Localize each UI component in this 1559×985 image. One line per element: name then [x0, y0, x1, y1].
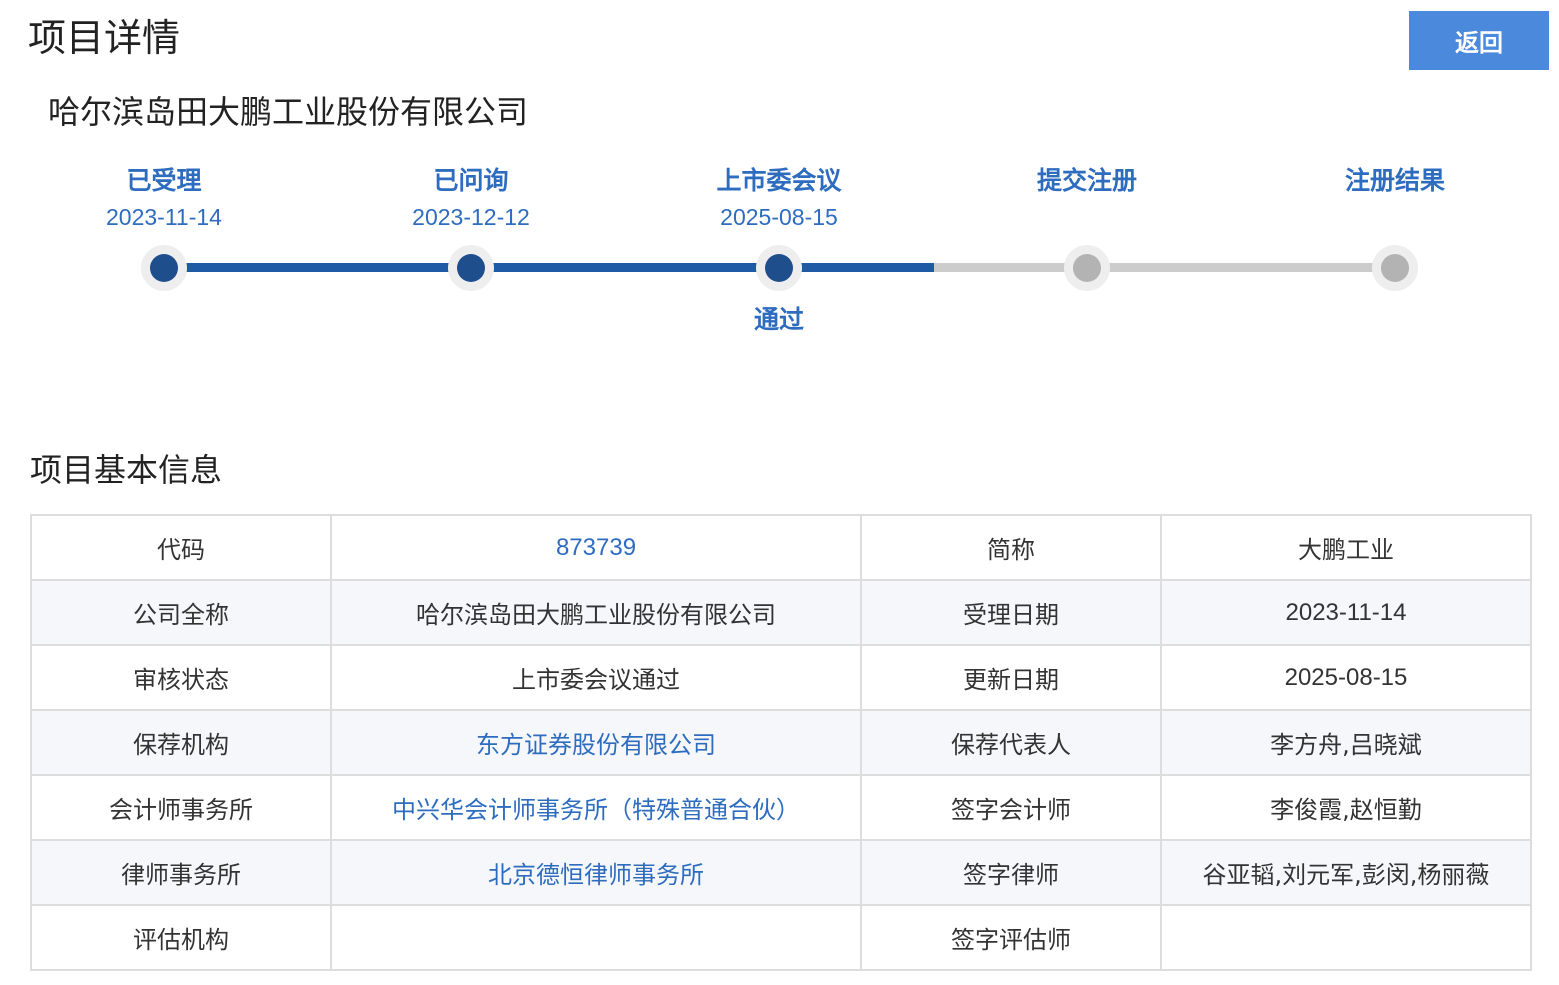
step-accepted: 已受理 2023-11-14: [44, 160, 284, 232]
field-value: 北京德恒律师事务所: [330, 839, 862, 906]
step-listing-committee: 上市委会议 2025-08-15: [659, 160, 899, 232]
field-label: 审核状态: [30, 644, 332, 711]
field-label: 律师事务所: [30, 839, 332, 906]
table-row: 会计师事务所 中兴华会计师事务所（特殊普通合伙） 签字会计师 李俊霞,赵恒勤: [30, 774, 1532, 841]
step-date: 2023-11-14: [106, 204, 222, 230]
table-row: 公司全称 哈尔滨岛田大鹏工业股份有限公司 受理日期 2023-11-14: [30, 579, 1532, 646]
step-label: 已受理: [126, 166, 202, 195]
step-date: 2025-08-15: [720, 204, 838, 230]
step-registration-result: 注册结果: [1275, 160, 1515, 202]
field-label: 更新日期: [860, 644, 1162, 711]
step-inquired-dot: [448, 245, 494, 291]
field-value: 谷亚韬,刘元军,彭闵,杨丽薇: [1160, 839, 1532, 906]
step-dot: [1381, 254, 1409, 282]
law-firm-link[interactable]: 北京德恒律师事务所: [488, 861, 704, 889]
field-label: 签字会计师: [860, 774, 1162, 841]
field-label: 签字律师: [860, 839, 1162, 906]
step-label: 已问询: [433, 166, 509, 195]
field-value: 2023-11-14: [1160, 579, 1532, 646]
accounting-firm-link[interactable]: 中兴华会计师事务所（特殊普通合伙）: [392, 796, 800, 824]
table-row: 保荐机构 东方证券股份有限公司 保荐代表人 李方舟,吕晓斌: [30, 709, 1532, 776]
step-dot: [150, 254, 178, 282]
table-row: 律师事务所 北京德恒律师事务所 签字律师 谷亚韬,刘元军,彭闵,杨丽薇: [30, 839, 1532, 906]
field-value-code: 873739: [330, 514, 862, 581]
basic-info-table: 代码 873739 简称 大鹏工业 公司全称 哈尔滨岛田大鹏工业股份有限公司 受…: [30, 514, 1532, 971]
field-label: 公司全称: [30, 579, 332, 646]
step-label: 注册结果: [1344, 166, 1445, 195]
field-label: 保荐代表人: [860, 709, 1162, 776]
step-dot: [1073, 254, 1101, 282]
progress-timeline: 已受理 2023-11-14 已问询 2023-12-12 上市委会议 2025…: [0, 0, 1559, 380]
step-date: 2023-12-12: [412, 204, 530, 230]
step-dot: [765, 254, 793, 282]
field-value: 李俊霞,赵恒勤: [1160, 774, 1532, 841]
step-inquired: 已问询 2023-12-12: [351, 160, 591, 232]
field-label: 会计师事务所: [30, 774, 332, 841]
field-value: 2025-08-15: [1160, 644, 1532, 711]
table-row: 审核状态 上市委会议通过 更新日期 2025-08-15: [30, 644, 1532, 711]
field-value: 李方舟,吕晓斌: [1160, 709, 1532, 776]
field-value: [1160, 904, 1532, 971]
code-link[interactable]: 873739: [556, 534, 636, 561]
step-label: 上市委会议: [716, 166, 842, 195]
table-row: 代码 873739 简称 大鹏工业: [30, 514, 1532, 581]
field-value: 大鹏工业: [1160, 514, 1532, 581]
sponsor-link[interactable]: 东方证券股份有限公司: [476, 731, 716, 759]
step-accepted-dot: [141, 245, 187, 291]
field-label: 保荐机构: [30, 709, 332, 776]
progress-track-fill: [164, 263, 934, 272]
field-value: [330, 904, 862, 971]
field-value: 哈尔滨岛田大鹏工业股份有限公司: [330, 579, 862, 646]
step-listing-committee-dot: [756, 245, 802, 291]
section-title-basic-info: 项目基本信息: [30, 451, 223, 489]
field-label: 受理日期: [860, 579, 1162, 646]
step-label: 提交注册: [1036, 166, 1137, 195]
step-registration-result-dot: [1372, 245, 1418, 291]
step-submit-registration-dot: [1064, 245, 1110, 291]
step-dot: [457, 254, 485, 282]
table-row: 评估机构 签字评估师: [30, 904, 1532, 971]
field-label: 简称: [860, 514, 1162, 581]
step-submit-registration: 提交注册: [967, 160, 1207, 202]
field-value: 上市委会议通过: [330, 644, 862, 711]
step-result: 通过: [753, 305, 804, 334]
field-value: 东方证券股份有限公司: [330, 709, 862, 776]
field-label: 代码: [30, 514, 332, 581]
field-value: 中兴华会计师事务所（特殊普通合伙）: [330, 774, 862, 841]
field-label: 签字评估师: [860, 904, 1162, 971]
field-label: 评估机构: [30, 904, 332, 971]
